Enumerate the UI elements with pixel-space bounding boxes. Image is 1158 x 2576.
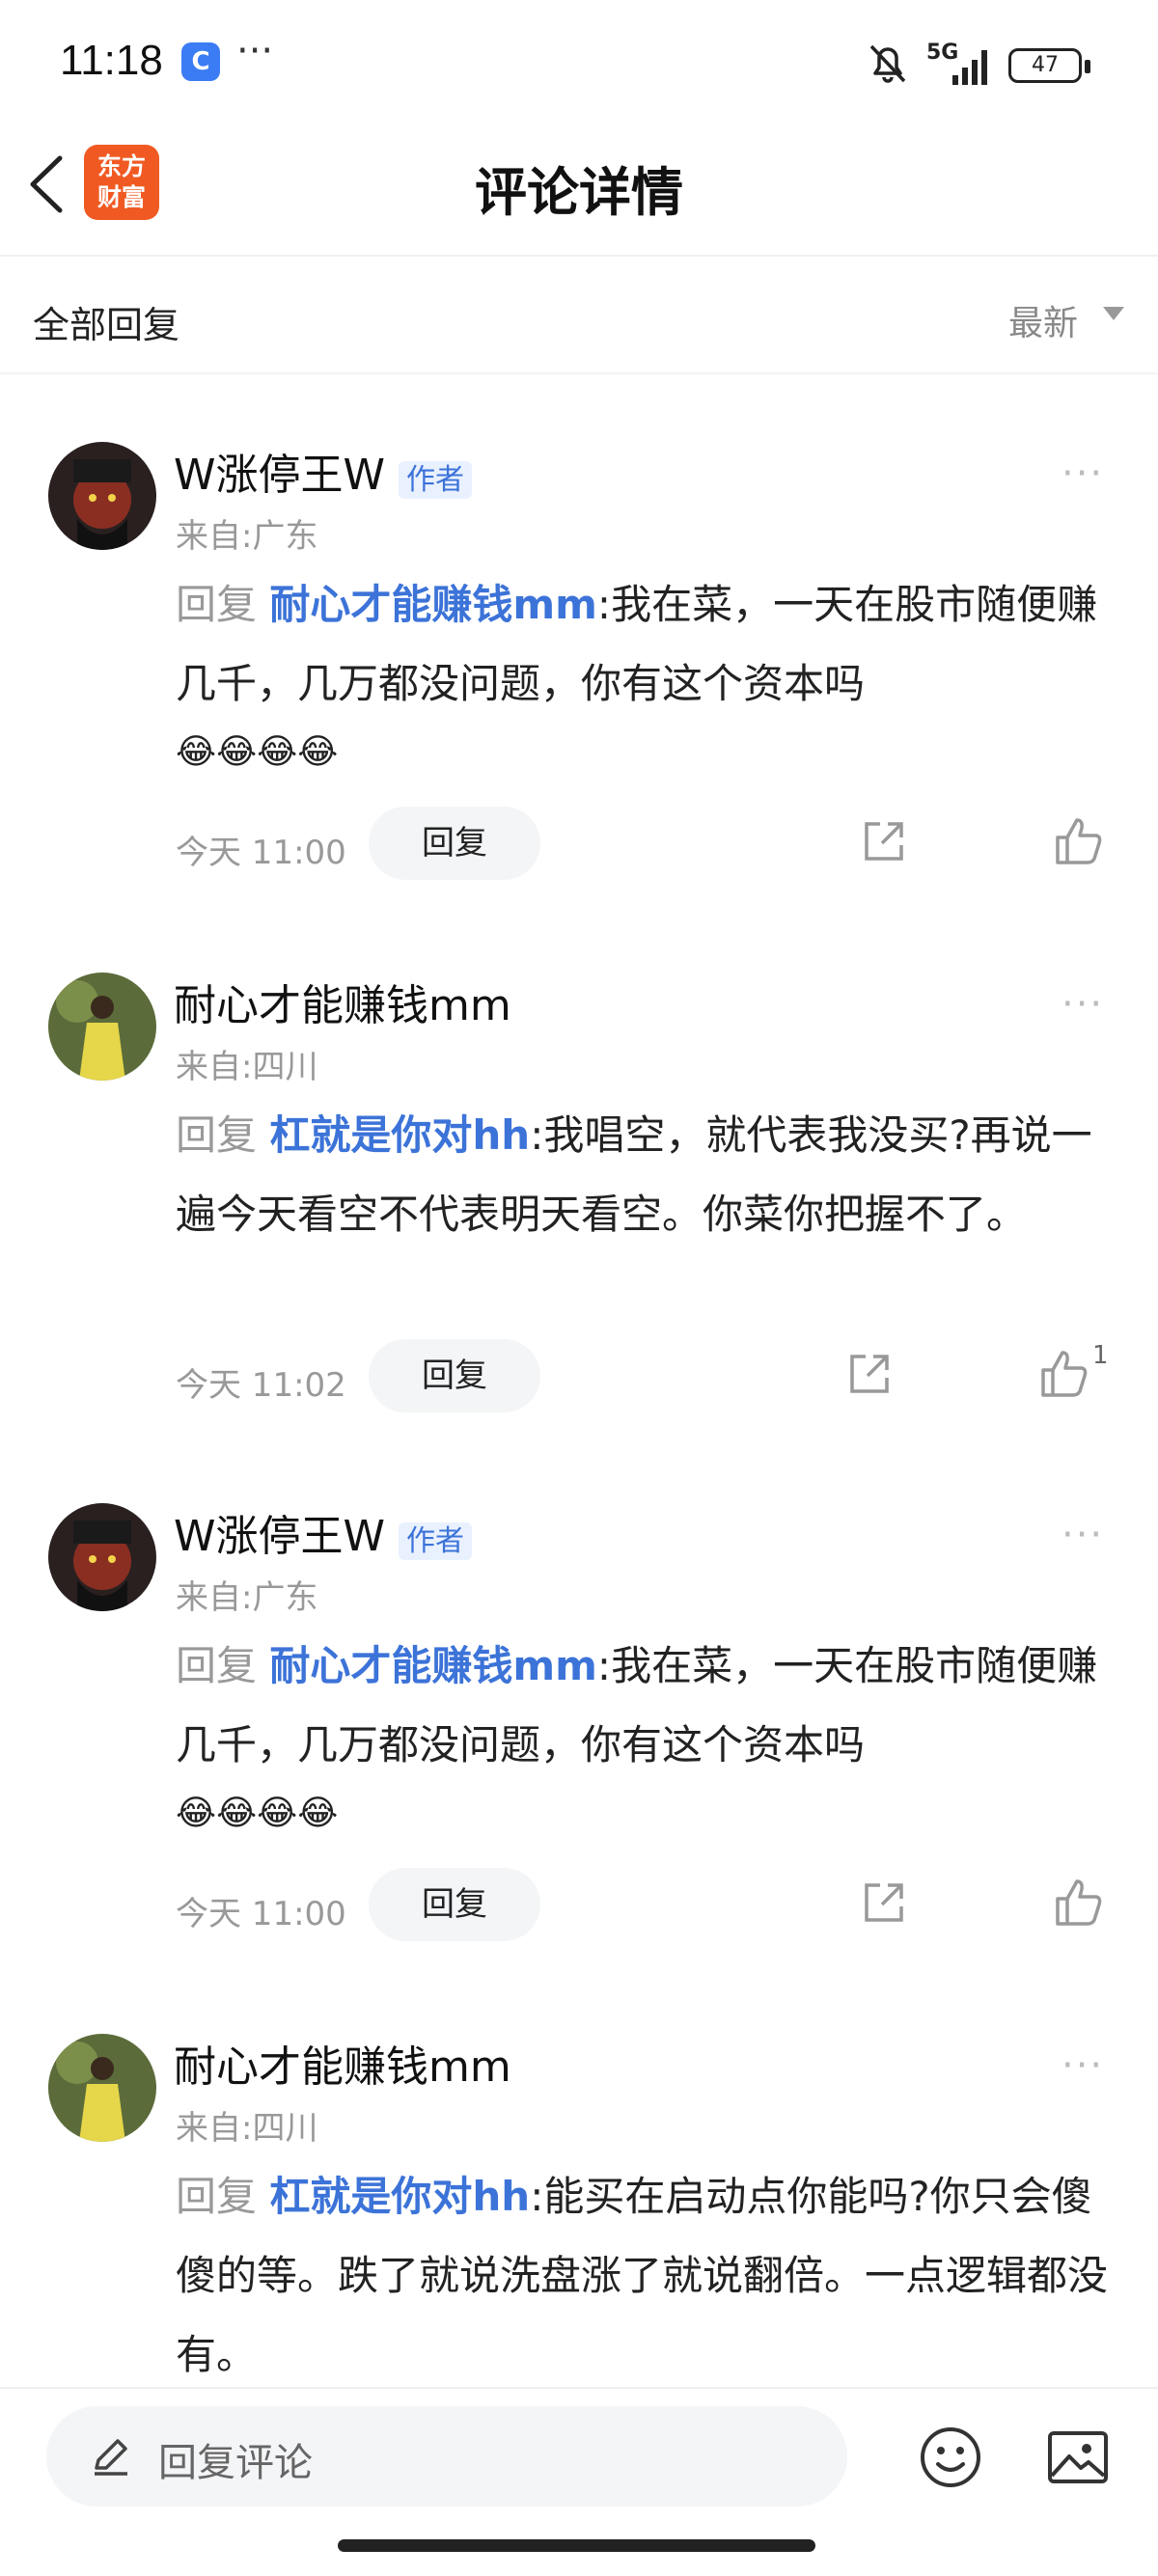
comment-author[interactable]: 耐心才能赚钱mm — [174, 971, 511, 1032]
home-indicator[interactable] — [338, 2539, 815, 2552]
author-badge: 作者 — [399, 1522, 473, 1560]
thumbs-up-icon[interactable] — [1052, 1876, 1106, 1930]
status-more-icon: ··· — [236, 29, 274, 73]
comment-time: 今天 11:00 — [176, 1895, 346, 1933]
reply-button[interactable]: 回复 — [369, 807, 540, 880]
app-notification-icon: C — [181, 42, 220, 81]
more-dots-icon[interactable]: ··· — [1062, 452, 1104, 496]
caret-down-icon[interactable] — [1103, 307, 1124, 320]
reply-target-link[interactable]: 杠就是你对hh — [269, 1111, 530, 1159]
comment-item: 耐心才能赚钱mm 来自:四川 ··· 回复 杠就是你对hh:能买在启动点你能吗?… — [0, 2016, 1158, 2387]
author-name[interactable]: 耐心才能赚钱mm — [174, 981, 511, 1030]
sort-dropdown[interactable]: 最新 — [1008, 295, 1078, 345]
comment-body: 回复 杠就是你对hh:能买在启动点你能吗?你只会傻傻的等。跌了就说洗盘涨了就说翻… — [176, 2157, 1112, 2387]
share-icon[interactable] — [859, 816, 909, 866]
share-icon[interactable] — [844, 1349, 895, 1399]
comment-item: 耐心才能赚钱mm 来自:四川 ··· 回复 杠就是你对hh:我唱空，就代表我没买… — [0, 955, 1158, 1486]
filter-divider — [0, 372, 1158, 374]
reply-prefix: 回复 — [176, 581, 258, 628]
reply-separator: : — [530, 1111, 544, 1159]
comment-body: 回复 耐心才能赚钱mm:我在菜，一天在股市随便赚几千，几万都没问题，你有这个资本… — [176, 1627, 1112, 1785]
bell-muted-icon — [869, 44, 906, 83]
thumbs-up-icon[interactable] — [1052, 814, 1106, 868]
avatar[interactable] — [48, 442, 156, 550]
thumbs-up-icon[interactable] — [1037, 1347, 1091, 1401]
reply-button[interactable]: 回复 — [369, 1339, 540, 1412]
comment-author[interactable]: 耐心才能赚钱mm — [174, 2032, 511, 2094]
reply-target-link[interactable]: 耐心才能赚钱mm — [269, 581, 597, 628]
more-dots-icon[interactable]: ··· — [1062, 2043, 1104, 2088]
comment-region: 来自:广东 — [176, 1578, 318, 1617]
reply-button[interactable]: 回复 — [369, 1868, 540, 1941]
comment-emojis: 😂😂😂😂 — [176, 732, 339, 772]
page-title: 评论详情 — [475, 162, 683, 223]
more-dots-icon[interactable]: ··· — [1062, 1513, 1104, 1557]
comment-emojis: 😂😂😂😂 — [176, 1794, 339, 1833]
comment-item: W涨停王W 作者 来自:广东 ··· 回复 耐心才能赚钱mm:我在菜，一天在股市… — [0, 1486, 1158, 2016]
signal-bars-icon — [952, 50, 987, 85]
comment-item: W涨停王W 作者 来自:广东 ··· 回复 耐心才能赚钱mm:我在菜，一天在股市… — [0, 425, 1158, 955]
reply-separator: : — [596, 1642, 612, 1689]
header-divider — [0, 255, 1158, 257]
status-time: 11:18 — [60, 37, 163, 84]
avatar[interactable] — [48, 2034, 156, 2142]
author-badge: 作者 — [399, 461, 473, 499]
status-bar: 11:18 C ··· 5G 47 — [0, 0, 1158, 135]
reply-target-link[interactable]: 杠就是你对hh — [269, 2173, 530, 2220]
reply-separator: : — [596, 581, 612, 628]
reply-prefix: 回复 — [176, 1642, 258, 1689]
comment-time: 今天 11:00 — [176, 834, 346, 872]
author-name[interactable]: 耐心才能赚钱mm — [174, 2042, 511, 2092]
author-name[interactable]: W涨停王W — [174, 451, 385, 500]
comment-body: 回复 耐心才能赚钱mm:我在菜，一天在股市随便赚几千，几万都没问题，你有这个资本… — [176, 565, 1112, 724]
battery-tip — [1085, 60, 1090, 73]
comment-region: 来自:四川 — [176, 2109, 318, 2148]
reply-prefix: 回复 — [176, 1111, 258, 1159]
avatar[interactable] — [48, 1503, 156, 1611]
comment-author[interactable]: W涨停王W 作者 — [174, 1501, 473, 1563]
reply-input-placeholder[interactable]: 回复评论 — [158, 2431, 313, 2487]
comment-author[interactable]: W涨停王W 作者 — [174, 440, 473, 502]
all-replies-label: 全部回复 — [33, 304, 180, 346]
comment-region: 来自:广东 — [176, 517, 318, 556]
battery-icon: 47 — [1008, 48, 1082, 83]
emoji-icon[interactable] — [917, 2424, 984, 2491]
avatar[interactable] — [48, 973, 156, 1081]
share-icon[interactable] — [859, 1877, 909, 1928]
comment-time: 今天 11:02 — [176, 1366, 346, 1405]
author-name[interactable]: W涨停王W — [174, 1512, 385, 1561]
reply-target-link[interactable]: 耐心才能赚钱mm — [269, 1642, 597, 1689]
like-count: 1 — [1092, 1341, 1109, 1370]
more-dots-icon[interactable]: ··· — [1062, 982, 1104, 1027]
reply-separator: : — [530, 2173, 544, 2220]
reply-prefix: 回复 — [176, 2173, 258, 2220]
comment-body: 回复 杠就是你对hh:我唱空，就代表我没买?再说一遍今天看空不代表明天看空。你菜… — [176, 1096, 1112, 1254]
pen-icon — [95, 2439, 127, 2476]
image-icon[interactable] — [1044, 2424, 1112, 2491]
bottom-divider — [0, 2387, 1158, 2389]
comment-region: 来自:四川 — [176, 1048, 318, 1086]
